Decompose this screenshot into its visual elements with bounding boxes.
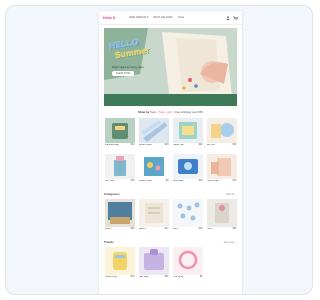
product-card[interactable]: Rainbow Bag $24	[104, 118, 135, 151]
product-image	[138, 199, 169, 227]
category-line-tail: · Free shipping over $50	[172, 110, 203, 114]
product-name: Rainbow Bag	[104, 144, 119, 146]
product-price: $21	[164, 275, 169, 278]
product-card[interactable]: Lilac Bag $21	[138, 247, 169, 283]
product-price: $16	[130, 179, 135, 182]
product-price: $14	[232, 179, 237, 182]
product-card[interactable]: Basics $12	[138, 199, 169, 235]
storefront-page: Hello S NEW ARRIVALS BEST SELLERS SALE H…	[99, 11, 242, 294]
product-card[interactable]: Sky Set $30	[206, 118, 237, 151]
hero-subtitle: Bright styles for sunny days	[112, 66, 144, 69]
product-price: $8	[165, 179, 169, 182]
product-price: $10	[130, 275, 135, 278]
category-line-lead: Shop by	[138, 110, 150, 114]
category-line: Shop by Bags · Tops · Acc · Free shippin…	[99, 110, 242, 114]
product-name: Lemon Cup	[104, 276, 117, 278]
product-card[interactable]: Lemon Cup $10	[104, 247, 135, 283]
browser-frame: Hello S NEW ARRIVALS BEST SELLERS SALE H…	[5, 5, 313, 295]
product-price: $12	[164, 227, 169, 230]
product-image	[172, 199, 203, 227]
product-price: $24	[130, 143, 135, 146]
product-name: Peach Cap	[206, 180, 219, 182]
hero-banner[interactable]: HELLO Summer Bright styles for sunny day…	[104, 28, 237, 106]
nav-link-new[interactable]: NEW ARRIVALS	[129, 16, 148, 19]
product-name: Pink Ring	[172, 276, 183, 278]
product-image	[104, 154, 135, 179]
product-name: Pastel Tee	[172, 144, 184, 146]
section-title: Categories	[104, 192, 120, 196]
product-card[interactable]: Dots $20	[172, 199, 203, 235]
nav-links: NEW ARRIVALS BEST SELLERS SALE	[129, 16, 184, 19]
category-line-items[interactable]: Bags · Tops · Acc	[150, 110, 172, 114]
product-card[interactable]: Stripe Pouch $18	[138, 118, 169, 151]
product-image	[104, 247, 135, 275]
section-header-categories: Categories View all →	[99, 191, 242, 197]
product-image	[138, 154, 169, 179]
product-card[interactable]: Mini Tote $16	[104, 154, 135, 187]
product-image	[206, 199, 237, 227]
product-image	[172, 247, 203, 275]
product-price: $30	[232, 143, 237, 146]
nav-link-sale[interactable]: SALE	[178, 16, 185, 19]
product-name: Linen	[206, 228, 213, 230]
product-name: Denim	[104, 228, 112, 230]
product-price: $26	[232, 227, 237, 230]
product-name: Dots	[172, 228, 178, 230]
product-price: $9	[199, 275, 203, 278]
section-header-trends: Trends See more →	[99, 239, 242, 245]
product-card[interactable]: Linen $26	[206, 199, 237, 235]
product-name: Blue Case	[172, 180, 184, 182]
product-image	[206, 118, 237, 143]
product-grid-trends: Lemon Cup $10 Lilac Bag $21 Pink Ring $9	[99, 247, 242, 283]
product-grid-featured: Rainbow Bag $24 Stripe Pouch $18 Pastel Te…	[99, 118, 242, 187]
product-price: $18	[164, 143, 169, 146]
product-image	[172, 118, 203, 143]
product-card[interactable]: Sticker Pack $8	[138, 154, 169, 187]
nav-link-best[interactable]: BEST SELLERS	[153, 16, 172, 19]
product-card[interactable]	[206, 247, 237, 283]
product-price: $28	[130, 227, 135, 230]
product-image	[138, 118, 169, 143]
hero-cta-button[interactable]: SHOP NOW	[112, 71, 135, 76]
product-name: Mini Tote	[104, 180, 115, 182]
product-image	[206, 247, 237, 275]
product-card[interactable]: Pink Ring $9	[172, 247, 203, 283]
product-card[interactable]: Peach Cap $14	[206, 154, 237, 187]
product-card[interactable]: Denim $28	[104, 199, 135, 235]
product-name: Stripe Pouch	[138, 144, 153, 146]
section-see-more-link[interactable]: See more →	[224, 241, 237, 244]
product-name: Lilac Bag	[138, 276, 149, 278]
product-price: $22	[198, 143, 203, 146]
product-image	[206, 154, 237, 179]
store-logo[interactable]: Hello S	[103, 16, 115, 20]
nav-icons	[226, 15, 238, 20]
user-icon[interactable]	[226, 15, 230, 20]
product-image	[104, 118, 135, 143]
product-card[interactable]: Pastel Tee $22	[172, 118, 203, 151]
product-name: Basics	[138, 228, 146, 230]
product-image	[138, 247, 169, 275]
product-card[interactable]: Blue Case $19	[172, 154, 203, 187]
product-name: Sticker Pack	[138, 180, 152, 182]
product-name: Sky Set	[206, 144, 215, 146]
product-price: $19	[198, 179, 203, 182]
product-grid-categories: Denim $28 Basics $12 Dots $20 Linen $26	[99, 199, 242, 235]
section-title: Trends	[104, 240, 114, 244]
product-image	[104, 199, 135, 227]
product-price: $20	[198, 227, 203, 230]
product-image	[172, 154, 203, 179]
top-nav: Hello S NEW ARRIVALS BEST SELLERS SALE	[99, 11, 242, 25]
cart-icon[interactable]	[233, 15, 238, 20]
section-view-all-link[interactable]: View all →	[226, 193, 237, 196]
